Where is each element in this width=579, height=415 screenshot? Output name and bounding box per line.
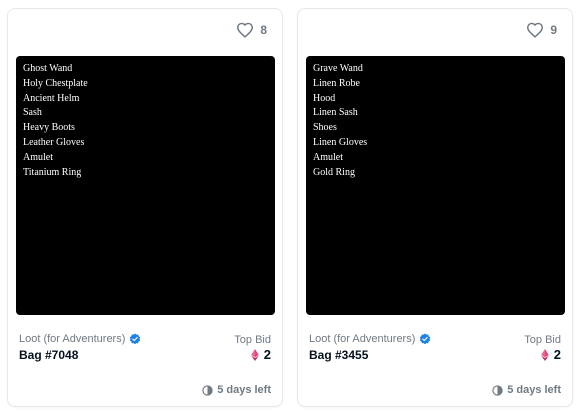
favorite-button[interactable]: 9 [526, 20, 557, 40]
collection-link[interactable]: Loot (for Adventurers) [309, 333, 431, 345]
loot-item: Linen Sash [313, 107, 358, 119]
favorite-count: 8 [260, 23, 267, 37]
eth-icon [541, 348, 549, 361]
verified-badge-icon [419, 333, 431, 345]
favorite-count: 9 [550, 23, 557, 37]
loot-item: Ancient Helm [23, 92, 80, 104]
item-name[interactable]: Bag #3455 [309, 348, 368, 362]
loot-item: Hood [313, 92, 336, 104]
favorite-button[interactable]: 8 [236, 20, 267, 40]
clock-icon [202, 384, 213, 396]
loot-item: Sash [23, 107, 42, 119]
collection-name: Loot (for Adventurers) [19, 333, 126, 345]
loot-item: Amulet [23, 151, 53, 163]
loot-item-list: Grave Wand Linen Robe Hood Linen Sash Sh… [313, 62, 367, 180]
loot-item: Ghost Wand [23, 63, 73, 74]
loot-item: Grave Wand [313, 63, 363, 74]
nft-image[interactable]: Ghost Wand Holy Chestplate Ancient Helm … [16, 56, 275, 315]
verified-badge-icon [129, 333, 141, 345]
loot-item-list: Ghost Wand Holy Chestplate Ancient Helm … [23, 62, 88, 180]
top-bid-amount: 2 [263, 347, 271, 362]
clock-icon [492, 384, 503, 396]
loot-item: Holy Chestplate [23, 77, 88, 89]
heart-icon [236, 22, 254, 38]
nft-card[interactable]: 9 Grave Wand Linen Robe Hood Linen Sash … [297, 8, 573, 407]
loot-item: Amulet [313, 151, 343, 163]
loot-item: Titanium Ring [23, 166, 82, 178]
top-bid-amount: 2 [553, 347, 561, 362]
collection-link[interactable]: Loot (for Adventurers) [19, 333, 141, 345]
loot-item: Heavy Boots [23, 122, 75, 134]
top-bid-value: 2 [251, 347, 271, 362]
top-bid-label: Top Bid [234, 334, 271, 346]
loot-item: Gold Ring [313, 166, 355, 178]
nft-card[interactable]: 8 Ghost Wand Holy Chestplate Ancient Hel… [7, 8, 283, 407]
collection-name: Loot (for Adventurers) [309, 333, 416, 345]
heart-icon [526, 22, 544, 38]
loot-item: Shoes [313, 122, 337, 134]
loot-item: Leather Gloves [23, 136, 85, 148]
time-left: 5 days left [492, 384, 561, 396]
loot-item: Linen Gloves [313, 136, 368, 148]
loot-item: Linen Robe [313, 77, 360, 89]
top-bid-value: 2 [541, 347, 561, 362]
time-left-text: 5 days left [507, 384, 561, 396]
eth-icon [251, 348, 259, 361]
item-name[interactable]: Bag #7048 [19, 348, 78, 362]
time-left: 5 days left [202, 384, 271, 396]
time-left-text: 5 days left [217, 384, 271, 396]
nft-image[interactable]: Grave Wand Linen Robe Hood Linen Sash Sh… [306, 56, 565, 315]
top-bid-label: Top Bid [524, 334, 561, 346]
